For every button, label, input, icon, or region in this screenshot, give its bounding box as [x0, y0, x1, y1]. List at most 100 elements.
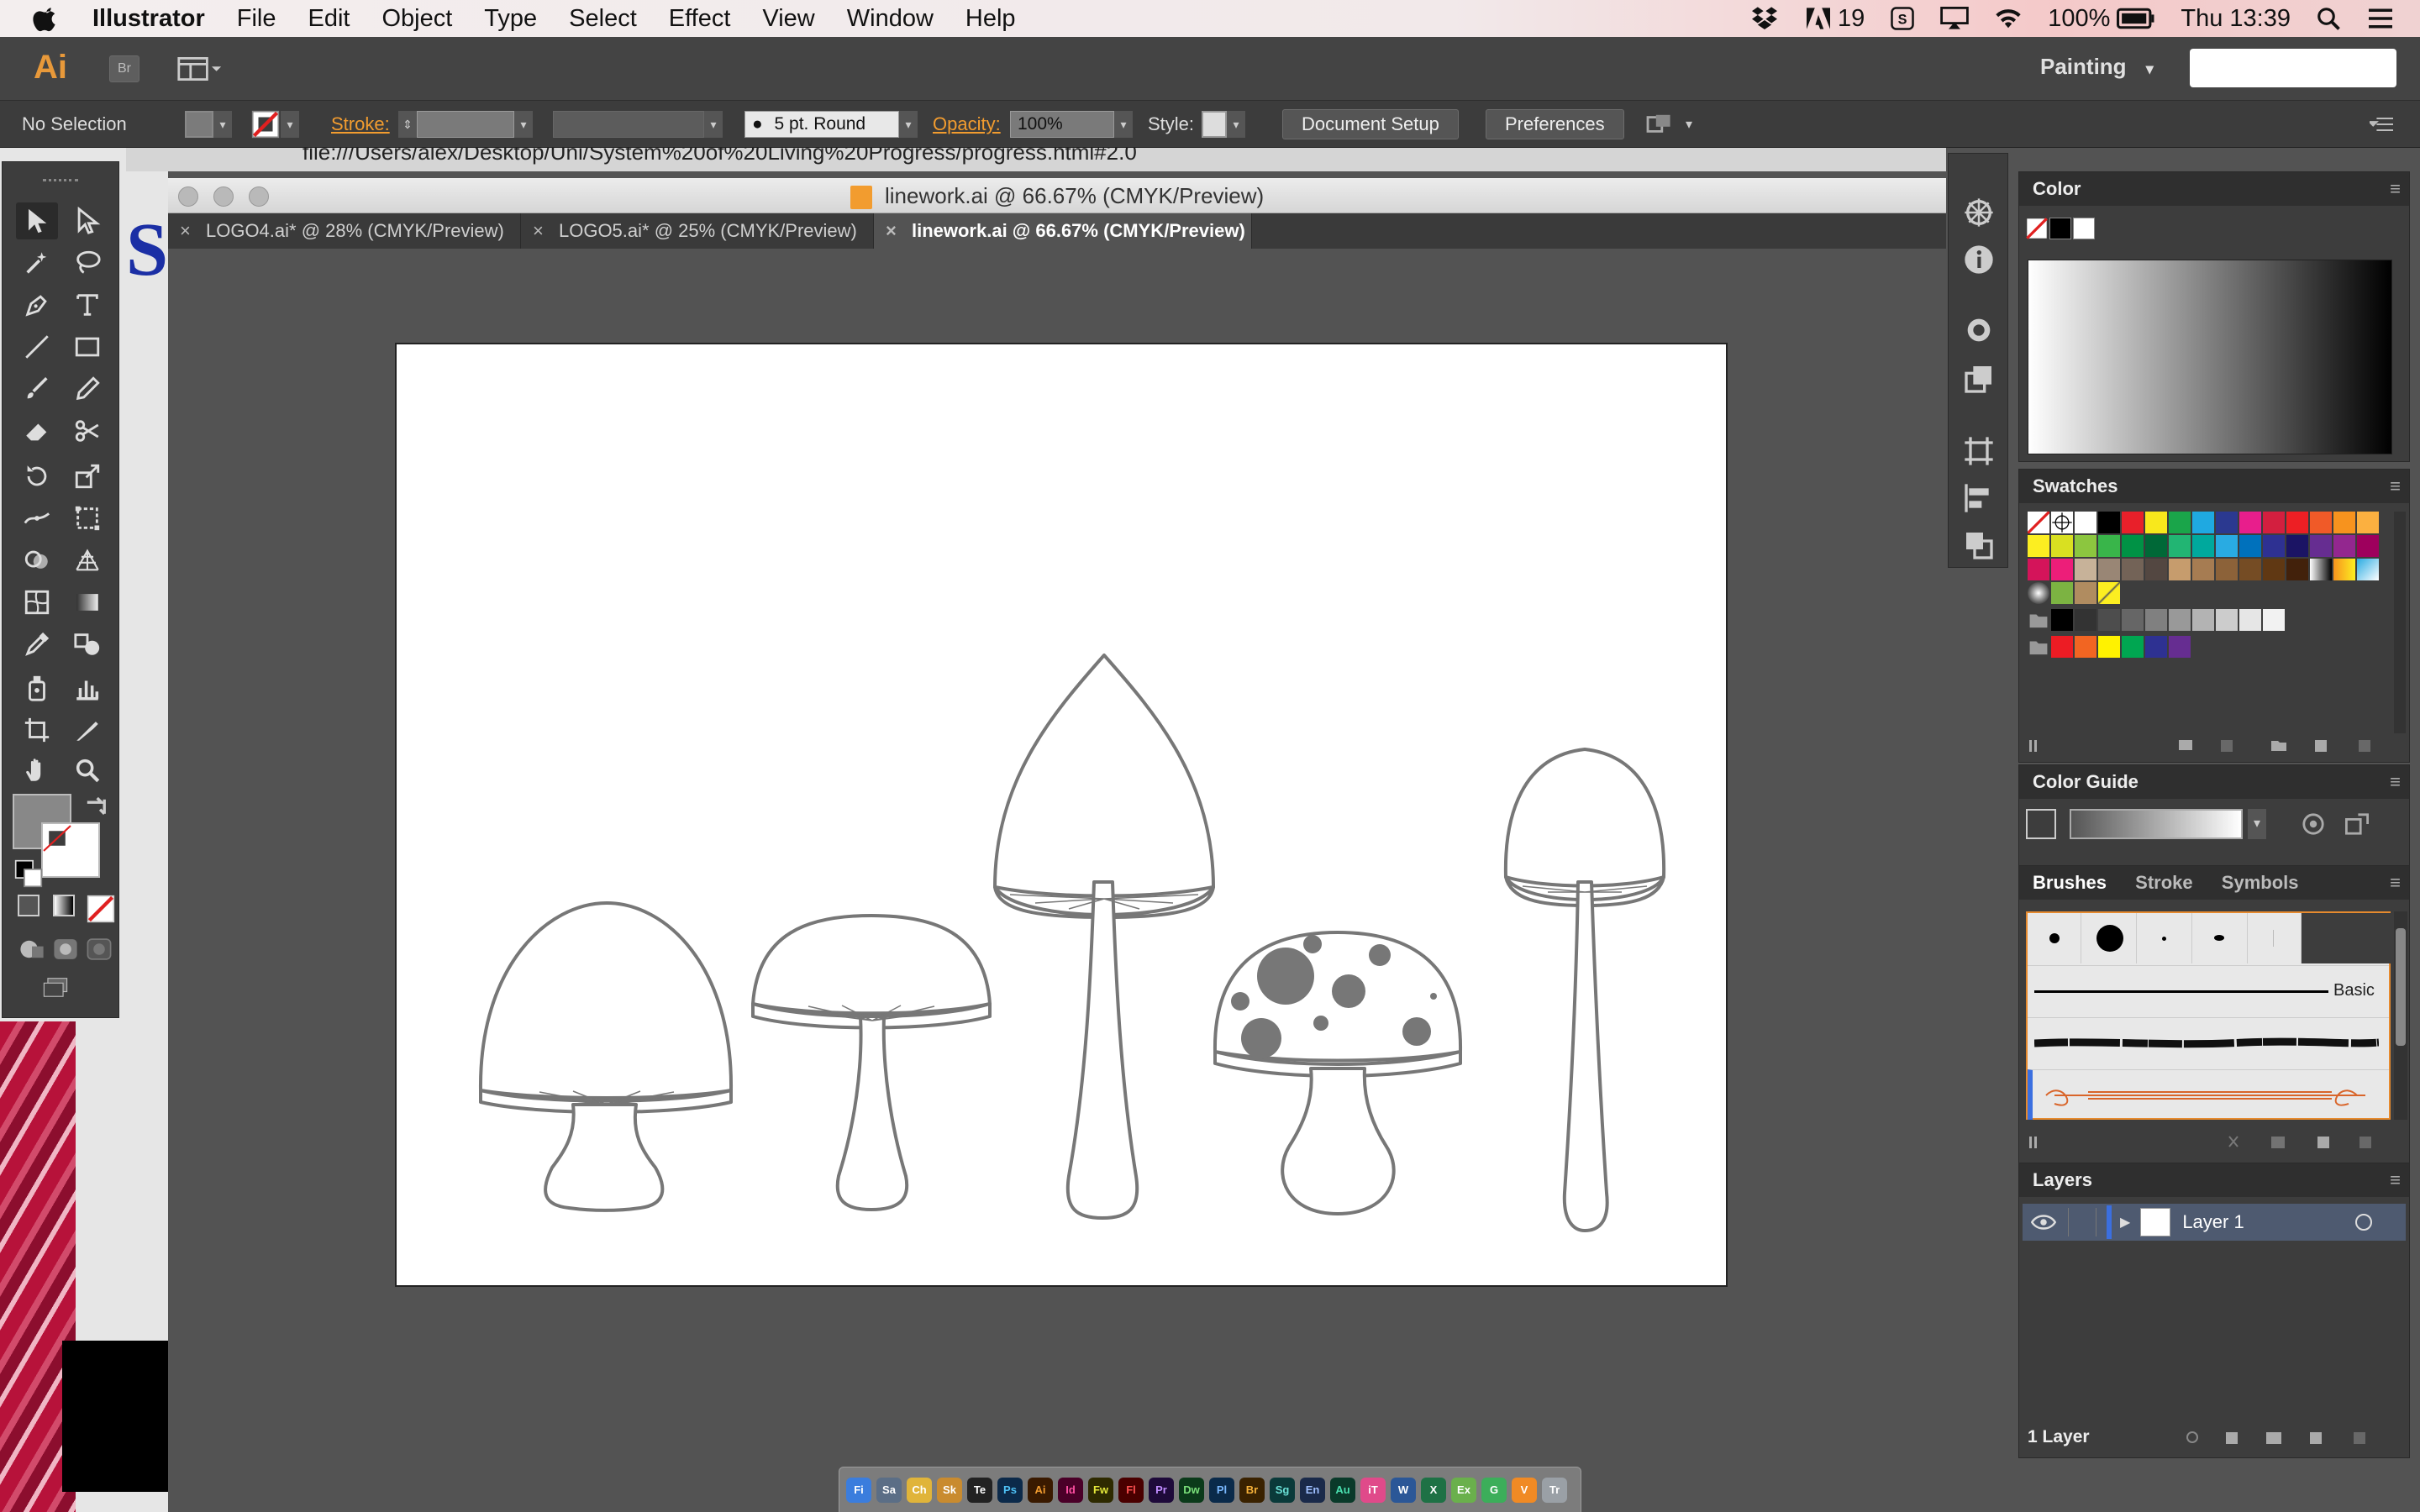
- brush-definition-control[interactable]: ● 5 pt. Round ▾: [744, 101, 918, 148]
- chevron-down-icon[interactable]: ▾: [899, 111, 918, 138]
- zoom-tool[interactable]: [66, 752, 108, 789]
- tab-logo5[interactable]: × LOGO5.ai* @ 25% (CMYK/Preview): [521, 213, 874, 249]
- swatch[interactable]: [2145, 559, 2167, 580]
- menu-window[interactable]: Window: [847, 5, 934, 33]
- panel-menu-icon[interactable]: ≡: [2390, 470, 2401, 503]
- brushes-scrollbar[interactable]: [2394, 911, 2407, 1120]
- dock-app-safari[interactable]: Sa: [876, 1477, 902, 1503]
- stroke-color-control[interactable]: ▾: [250, 101, 299, 148]
- tab-linework[interactable]: × linework.ai @ 66.67% (CMYK/Preview): [874, 213, 1252, 249]
- pen-tool[interactable]: [16, 286, 58, 323]
- chevron-down-icon[interactable]: ▾: [281, 111, 299, 138]
- swatch[interactable]: [2145, 609, 2167, 631]
- panel-menu-icon[interactable]: ≡: [2390, 765, 2401, 799]
- brush-charcoal[interactable]: [2028, 1017, 2389, 1069]
- dock-app-excel[interactable]: X: [1421, 1477, 1446, 1503]
- expand-triangle-icon[interactable]: ▶: [2120, 1214, 2130, 1231]
- dock-app-vlc[interactable]: V: [1512, 1477, 1537, 1503]
- swatch[interactable]: [2192, 609, 2214, 631]
- type-tool[interactable]: [66, 286, 108, 323]
- swatch[interactable]: [2357, 512, 2379, 533]
- close-icon[interactable]: ×: [180, 220, 191, 241]
- none-mode-icon[interactable]: [87, 895, 115, 923]
- eye-visibility-icon[interactable]: [2031, 1213, 2056, 1231]
- dock-app-bridge[interactable]: Br: [1239, 1477, 1265, 1503]
- slice-tool[interactable]: [66, 711, 108, 748]
- menu-effect[interactable]: Effect: [669, 5, 731, 33]
- tab-stroke[interactable]: Stroke: [2135, 866, 2192, 900]
- opacity-label[interactable]: Opacity:: [933, 101, 1001, 148]
- dock-app-premiere[interactable]: Pr: [1149, 1477, 1174, 1503]
- document-setup-button[interactable]: Document Setup: [1282, 109, 1459, 139]
- scale-tool[interactable]: [66, 458, 108, 495]
- magic-wand-tool[interactable]: [16, 244, 58, 281]
- swatch[interactable]: [2333, 559, 2355, 580]
- dock-app-terminal[interactable]: Te: [967, 1477, 992, 1503]
- swatch[interactable]: [2098, 582, 2120, 604]
- layers-panel-header[interactable]: Layers ≡: [2019, 1163, 2409, 1197]
- stroke-label[interactable]: Stroke:: [331, 101, 390, 148]
- swatch[interactable]: [2075, 535, 2096, 557]
- width-profile-field[interactable]: [553, 111, 704, 138]
- change-screen-mode-icon[interactable]: [41, 974, 70, 1002]
- opacity-input[interactable]: 100%: [1010, 111, 1114, 138]
- swatch[interactable]: [2075, 559, 2096, 580]
- swatch[interactable]: [2357, 559, 2379, 580]
- color-panel-header[interactable]: Color ≡: [2019, 172, 2409, 206]
- stroke-weight-control[interactable]: ⇕ ▾: [398, 101, 533, 148]
- apple-icon[interactable]: [32, 4, 60, 33]
- dock-app-extra[interactable]: Ex: [1451, 1477, 1476, 1503]
- chevron-down-icon[interactable]: ▾: [1227, 111, 1245, 138]
- stepper-arrows-icon[interactable]: ⇕: [398, 111, 417, 138]
- brush-definition-field[interactable]: ● 5 pt. Round: [744, 111, 899, 138]
- swatch[interactable]: [2357, 535, 2379, 557]
- swatch[interactable]: [2192, 535, 2214, 557]
- eyedropper-tool[interactable]: [16, 626, 58, 663]
- edit-colors-icon[interactable]: [2344, 812, 2370, 836]
- swatch[interactable]: [2333, 512, 2355, 533]
- isolate-selected-control[interactable]: ▾: [1645, 101, 1692, 148]
- mesh-tool[interactable]: [16, 584, 58, 621]
- dock-app-prelude[interactable]: Pl: [1209, 1477, 1234, 1503]
- swatch[interactable]: [2145, 512, 2167, 533]
- swatch[interactable]: [2310, 535, 2332, 557]
- no-stroke-swatch-icon[interactable]: [250, 110, 281, 139]
- dock-app-fireworks[interactable]: Fw: [1088, 1477, 1113, 1503]
- scissors-tool[interactable]: [66, 412, 108, 449]
- swatch[interactable]: [2145, 535, 2167, 557]
- swatch[interactable]: [2051, 559, 2073, 580]
- none-swatch[interactable]: [2028, 512, 2049, 533]
- column-graph-tool[interactable]: [66, 669, 108, 706]
- isolate-selected-icon[interactable]: [1645, 113, 1674, 136]
- chevron-down-icon[interactable]: ▾: [2248, 809, 2266, 839]
- brush-round-small[interactable]: [2028, 913, 2081, 963]
- swatch[interactable]: [2122, 559, 2144, 580]
- dock-app-grammarly[interactable]: G: [1481, 1477, 1507, 1503]
- white-color-swatch[interactable]: [2073, 218, 2095, 239]
- free-transform-tool[interactable]: [66, 500, 108, 537]
- swatch[interactable]: [2122, 512, 2144, 533]
- swatch[interactable]: [2216, 535, 2238, 557]
- fill-swatch[interactable]: [185, 111, 213, 138]
- swatch[interactable]: [2216, 609, 2238, 631]
- color-mode-button[interactable]: [18, 895, 39, 916]
- menu-file[interactable]: File: [237, 5, 276, 33]
- blend-tool[interactable]: [66, 626, 108, 663]
- swatch[interactable]: [2122, 636, 2144, 658]
- swatch[interactable]: [2169, 609, 2191, 631]
- chevron-down-icon[interactable]: ▾: [1114, 111, 1133, 138]
- draw-behind-icon[interactable]: [51, 935, 80, 963]
- menu-help[interactable]: Help: [965, 5, 1016, 33]
- chevron-down-icon[interactable]: ▾: [704, 111, 723, 138]
- selection-tool[interactable]: [16, 202, 58, 239]
- panel-menu-icon[interactable]: ≡: [2390, 172, 2401, 206]
- scrollbar-thumb[interactable]: [2396, 928, 2406, 1046]
- hand-tool[interactable]: [16, 752, 58, 789]
- gradient-tool[interactable]: [66, 584, 108, 621]
- menu-edit[interactable]: Edit: [308, 5, 350, 33]
- swatch[interactable]: [2075, 582, 2096, 604]
- chevron-down-icon[interactable]: ▾: [1686, 116, 1692, 133]
- close-icon[interactable]: ×: [886, 220, 897, 241]
- registration-swatch[interactable]: [2051, 512, 2073, 533]
- swatch[interactable]: [2075, 609, 2096, 631]
